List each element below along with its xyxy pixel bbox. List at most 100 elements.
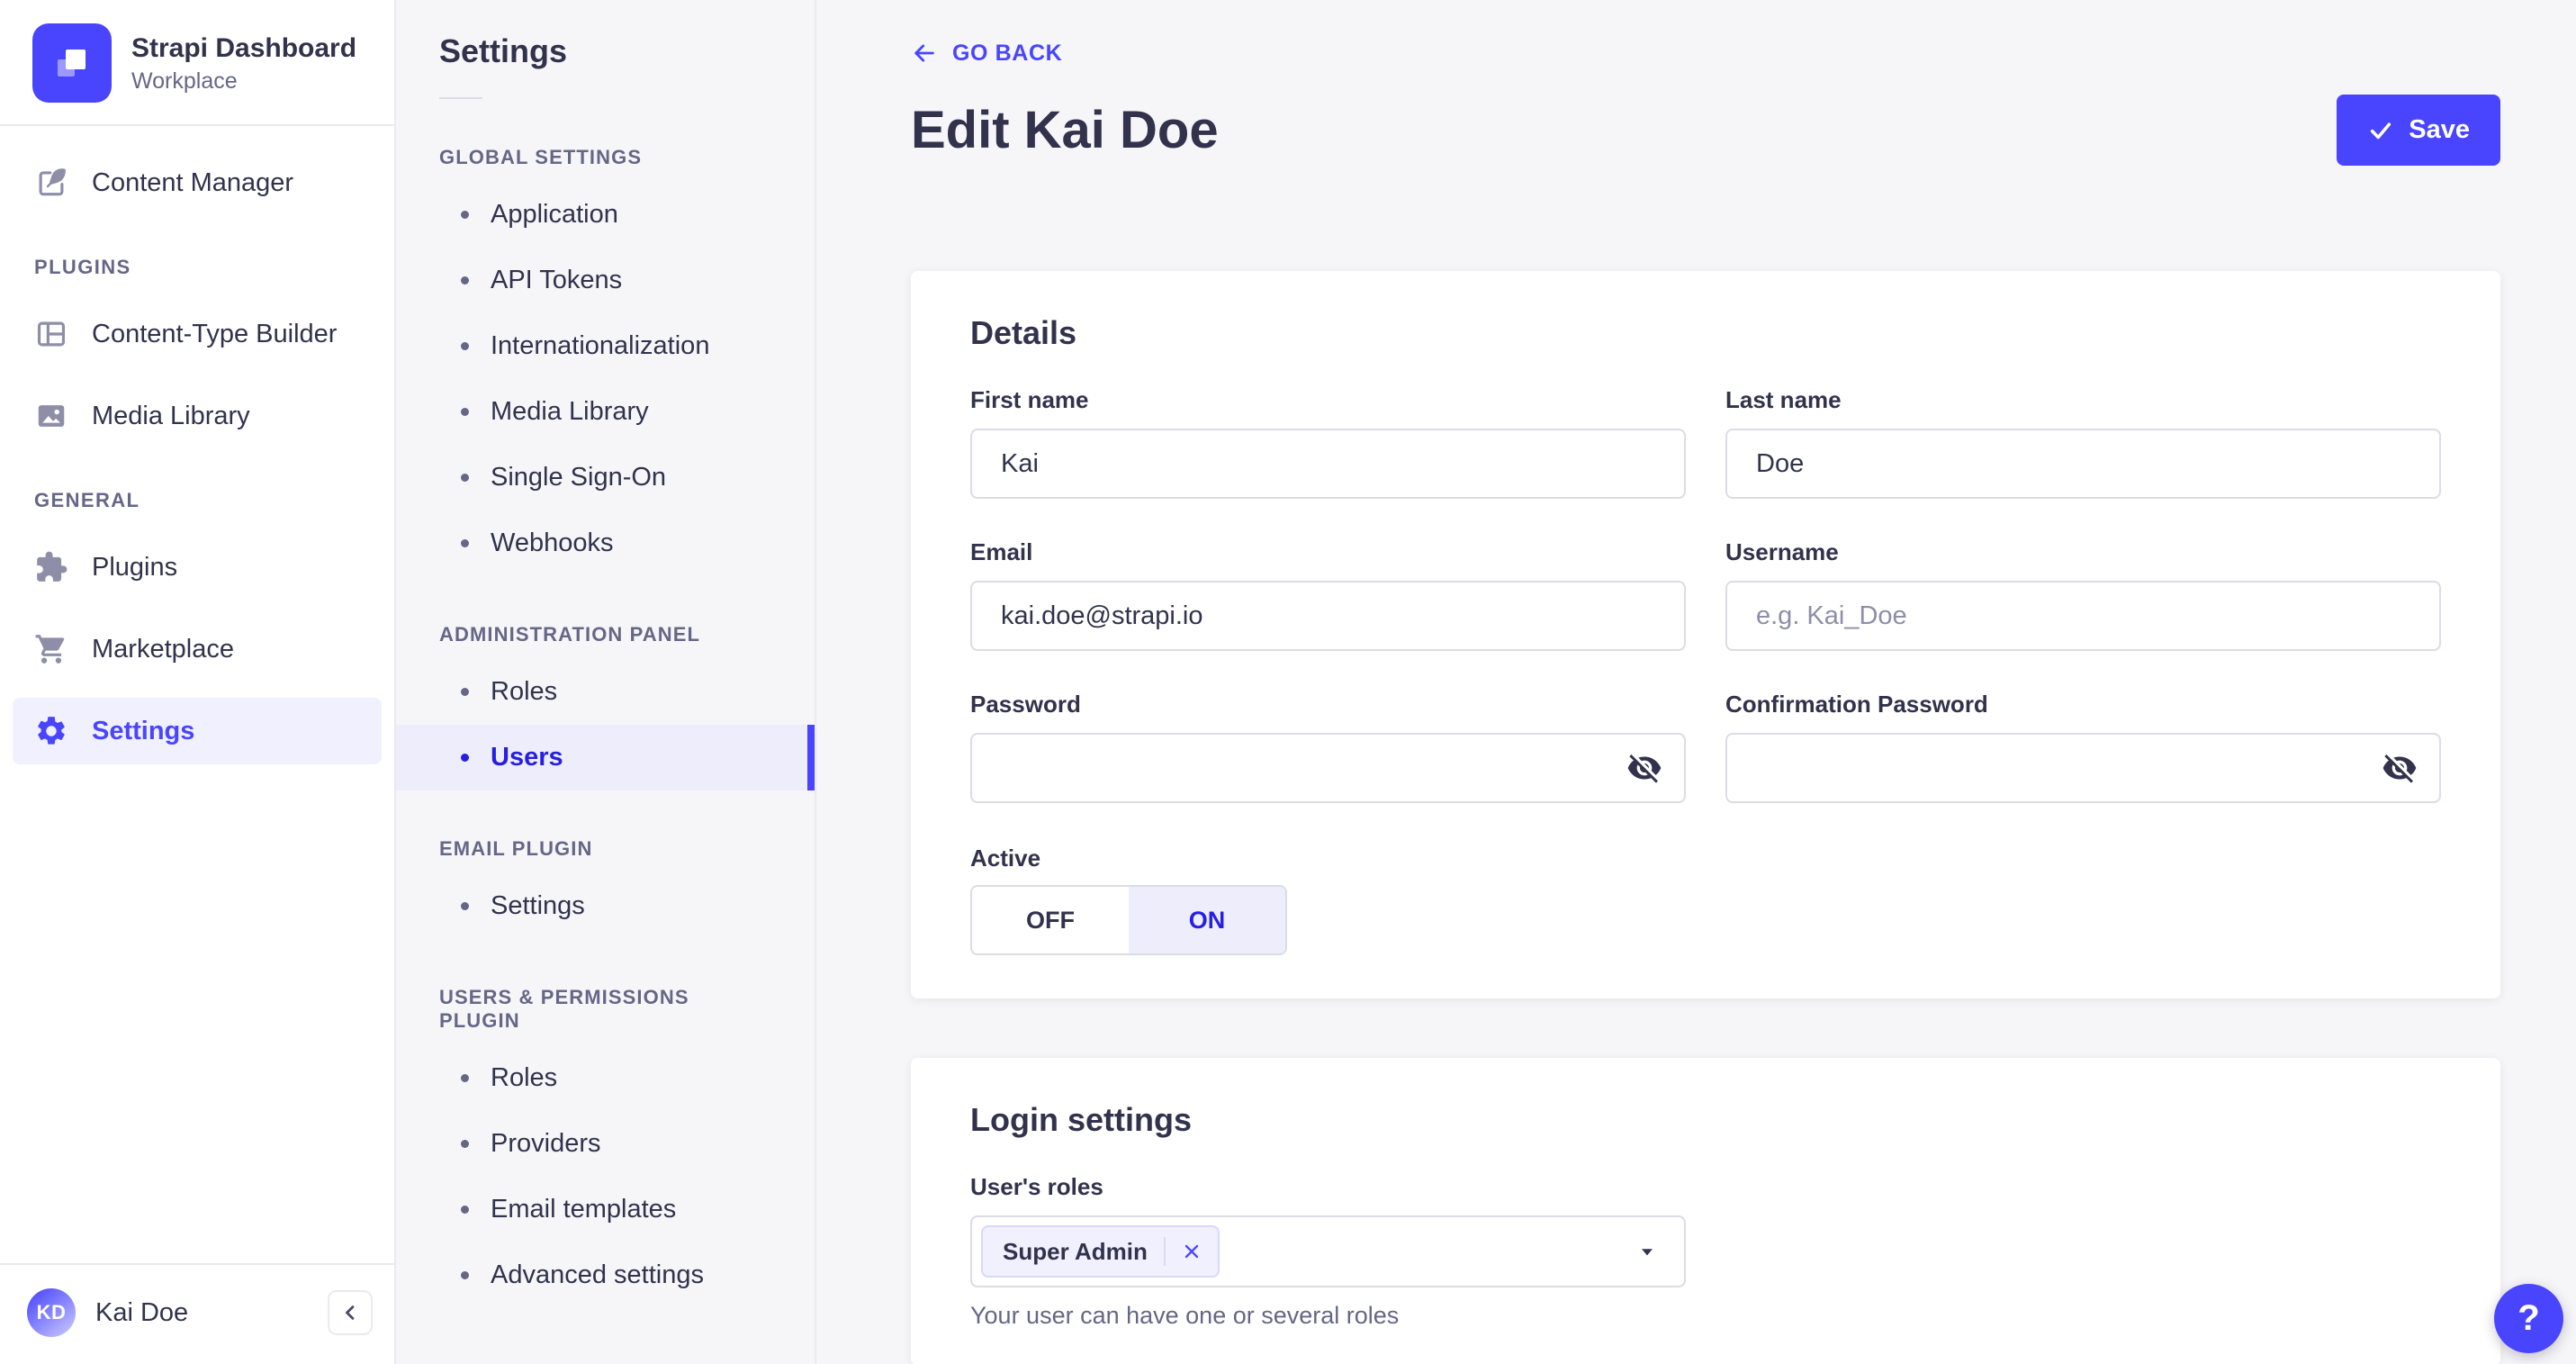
subnav-section-users-permissions-plugin: USERS & PERMISSIONS PLUGIN [439,986,689,1032]
password-field-group: Password [970,691,1686,803]
sidebar-item-settings[interactable]: Settings [13,698,382,764]
main-content: GO BACK Edit Kai Doe Save Details First … [816,0,2576,1364]
first-name-label: First name [970,386,1089,413]
sidebar-item-marketplace[interactable]: Marketplace [13,616,382,682]
sidebar-section-plugins: PLUGINS [34,256,131,278]
subnav-item-email-settings[interactable]: Settings [396,873,815,939]
subnav-item-internationalization[interactable]: Internationalization [396,313,815,379]
first-name-field-group: First name [970,386,1686,499]
subnav-section-email-plugin: EMAIL PLUGIN [439,837,593,860]
subnav-title-divider [439,97,482,99]
toggle-password-visibility-button[interactable] [1626,750,1662,786]
subnav-item-admin-roles[interactable]: Roles [396,659,815,725]
subnav-item-label: Providers [491,1129,601,1158]
save-button-label: Save [2409,115,2470,144]
users-roles-label: User's roles [970,1173,1103,1200]
main-sidebar: Strapi Dashboard Workplace Content Manag… [0,0,396,1364]
last-name-label: Last name [1725,386,1842,413]
bullet-icon [461,211,469,219]
subnav-item-label: Application [491,200,618,229]
subnav-item-media-library[interactable]: Media Library [396,379,815,445]
details-form-grid: First name Last name Email Username [970,386,2441,803]
username-input[interactable] [1725,581,2441,651]
email-input[interactable] [970,581,1686,651]
title-row: Edit Kai Doe Save [911,95,2500,166]
gear-icon [34,714,68,748]
subnav-item-up-roles[interactable]: Roles [396,1045,815,1111]
subnav-item-application[interactable]: Application [396,182,815,248]
sidebar-section-general: GENERAL [34,489,140,511]
chevron-left-icon [338,1300,363,1325]
username-label: Username [1725,538,1839,565]
bullet-icon [461,539,469,547]
bullet-icon [461,276,469,285]
eye-off-icon [2382,750,2418,786]
toggle-on-button[interactable]: ON [1129,887,1285,953]
subnav-item-single-sign-on[interactable]: Single Sign-On [396,445,815,510]
email-label: Email [970,538,1033,565]
sidebar-item-label: Marketplace [92,634,234,664]
puzzle-icon [34,550,68,584]
bullet-icon [461,408,469,416]
brand-text: Strapi Dashboard Workplace [131,32,356,95]
bullet-icon [461,902,469,910]
caret-down-icon [1635,1240,1659,1263]
close-icon [1180,1240,1203,1263]
bullet-icon [461,1074,469,1082]
save-button[interactable]: Save [2337,95,2500,166]
question-mark-label: ? [2517,1298,2540,1338]
subnav-section-global-settings: GLOBAL SETTINGS [439,146,643,168]
brand-title: Strapi Dashboard [131,32,357,63]
bullet-icon [461,1271,469,1279]
email-field-group: Email [970,538,1686,651]
sidebar-item-label: Content-Type Builder [92,319,338,348]
login-settings-heading: Login settings [970,1101,1192,1138]
first-name-input[interactable] [970,429,1686,499]
collapse-sidebar-button[interactable] [328,1290,373,1335]
sidebar-item-label: Content Manager [92,167,294,197]
user-row: KD Kai Doe [0,1265,394,1364]
sidebar-item-plugins[interactable]: Plugins [13,534,382,601]
subnav-item-providers[interactable]: Providers [396,1111,815,1177]
details-heading: Details [970,314,1077,351]
password-label: Password [970,691,1081,718]
confirmation-password-label: Confirmation Password [1725,691,1988,718]
feather-pen-icon [34,166,68,200]
chip-divider [1163,1237,1166,1266]
sidebar-item-label: Media Library [92,401,250,430]
layout-icon [34,317,68,351]
roles-helper-text: Your user can have one or several roles [970,1302,1400,1329]
subnav-item-webhooks[interactable]: Webhooks [396,510,815,576]
confirmation-password-field-group: Confirmation Password [1725,691,2441,803]
arrow-left-icon [911,40,938,67]
subnav-item-label: Media Library [491,397,649,426]
brand: Strapi Dashboard Workplace [0,0,394,124]
toggle-off-button[interactable]: OFF [972,887,1129,953]
last-name-input[interactable] [1725,429,2441,499]
roles-multiselect[interactable]: Super Admin [970,1215,1686,1287]
sidebar-item-media-library[interactable]: Media Library [13,383,382,449]
go-back-link[interactable]: GO BACK [911,40,1062,67]
subnav-item-label: Users [491,743,563,772]
toggle-confirmation-visibility-button[interactable] [2382,750,2418,786]
subnav-item-label: Advanced settings [491,1260,704,1289]
sidebar-item-content-type-builder[interactable]: Content-Type Builder [13,301,382,367]
remove-role-button[interactable] [1180,1240,1218,1263]
subnav-item-label: Single Sign-On [491,463,667,492]
help-button[interactable]: ? [2494,1284,2563,1353]
active-toggle-group: Active OFF ON [970,845,2441,955]
sidebar-item-content-manager[interactable]: Content Manager [13,149,382,216]
page-title: Edit Kai Doe [911,100,1219,159]
subnav-item-api-tokens[interactable]: API Tokens [396,248,815,313]
active-toggle: OFF ON [970,885,1287,955]
subnav-item-label: Webhooks [491,528,614,557]
sidebar-bottom: KD Kai Doe [0,1263,394,1364]
subnav-item-advanced-settings[interactable]: Advanced settings [396,1242,815,1308]
subnav-item-label: API Tokens [491,266,623,294]
eye-off-icon [1626,750,1662,786]
bullet-icon [461,1206,469,1214]
subnav-item-admin-users[interactable]: Users [396,725,815,790]
confirmation-password-input[interactable] [1725,733,2441,803]
subnav-item-email-templates[interactable]: Email templates [396,1177,815,1242]
password-input[interactable] [970,733,1686,803]
